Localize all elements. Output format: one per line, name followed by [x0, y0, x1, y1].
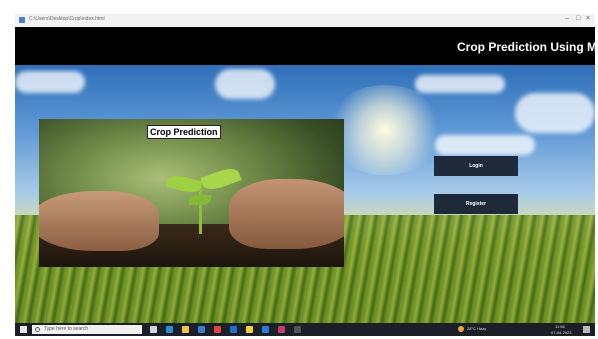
right-hand [229, 179, 344, 249]
media-icon[interactable] [278, 326, 285, 333]
browser-window: C:\Users\Desktop\Crop\index.html – □ × C… [15, 14, 595, 336]
maximize-button[interactable]: □ [576, 15, 580, 22]
notification-icon[interactable] [583, 326, 590, 333]
seedling-leaf [189, 195, 211, 205]
file-explorer-icon[interactable] [182, 326, 189, 333]
search-icon [35, 327, 40, 332]
cloud [515, 93, 595, 133]
edge-icon[interactable] [166, 326, 173, 333]
vscode-icon[interactable] [262, 326, 269, 333]
window-titlebar: C:\Users\Desktop\Crop\index.html – □ × [15, 14, 595, 27]
background-scene: Crop Prediction Login Register [15, 65, 595, 323]
seedling-leaf [200, 164, 242, 194]
task-view-icon[interactable] [150, 326, 157, 333]
close-button[interactable]: × [586, 15, 590, 22]
cloud [435, 135, 535, 155]
taskbar-search-input[interactable]: Type here to search [32, 325, 142, 334]
page-title: Crop Prediction Using M [457, 40, 595, 54]
python-icon[interactable] [246, 326, 253, 333]
cloud [15, 71, 85, 93]
clock-date[interactable]: 07-04-2023 [551, 330, 571, 335]
weather-icon[interactable] [458, 326, 464, 332]
clock-time[interactable]: 11:56 [555, 324, 565, 329]
register-button[interactable]: Register [434, 194, 518, 214]
store-icon[interactable] [198, 326, 205, 333]
left-hand [39, 191, 159, 251]
login-button[interactable]: Login [434, 156, 518, 176]
weather-text[interactable]: 28°C Hazy [467, 326, 486, 331]
search-placeholder: Type here to search [44, 326, 89, 332]
taskbar: Type here to search 28°C Hazy 11:56 07-0… [15, 323, 595, 336]
windows-start-icon[interactable] [20, 326, 27, 333]
window-title: C:\Users\Desktop\Crop\index.html [29, 16, 105, 22]
cloud [215, 69, 275, 99]
hero-label: Crop Prediction [147, 125, 221, 139]
cloud [415, 75, 505, 93]
minimize-button[interactable]: – [565, 15, 569, 22]
mail-icon[interactable] [230, 326, 237, 333]
app-icon [19, 17, 25, 23]
chrome-icon[interactable] [214, 326, 221, 333]
hero-image: Crop Prediction [39, 119, 344, 267]
page-header: Crop Prediction Using M [15, 27, 595, 65]
seedling-leaf [165, 172, 203, 196]
terminal-icon[interactable] [294, 326, 301, 333]
